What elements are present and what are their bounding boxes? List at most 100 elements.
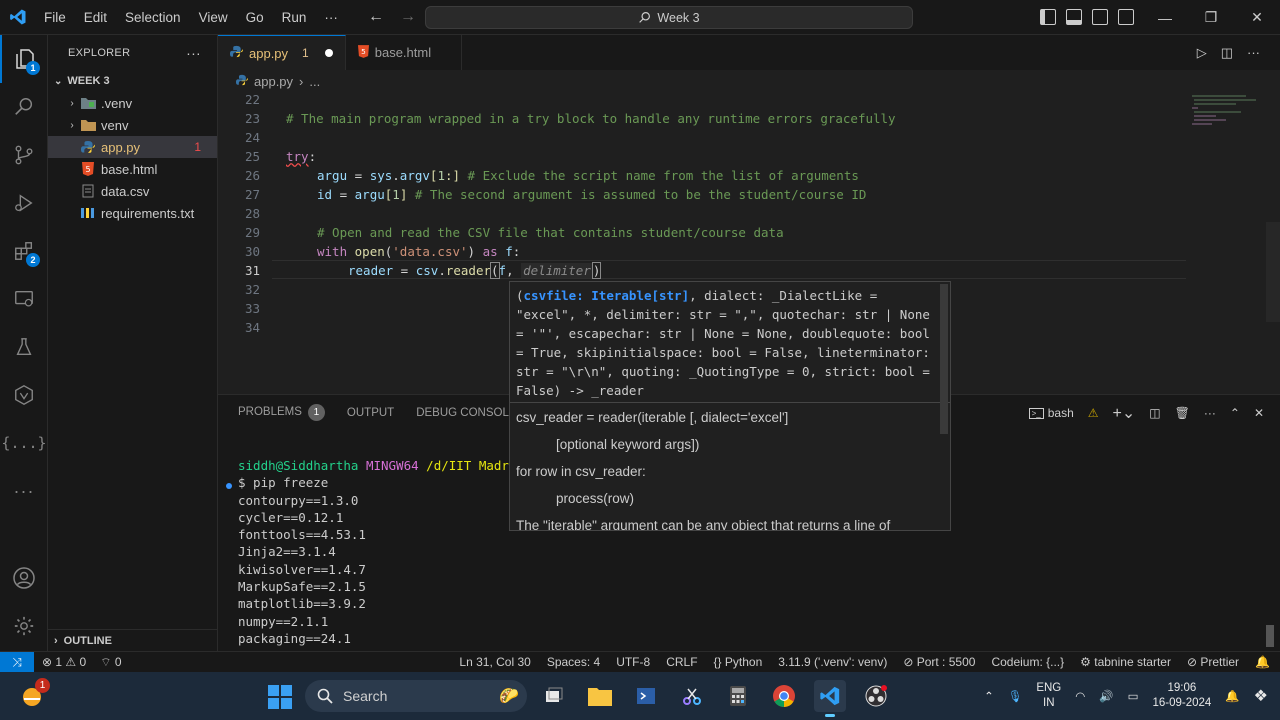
tab-app-py[interactable]: app.py 1: [218, 35, 346, 70]
powershell-app[interactable]: [630, 680, 662, 712]
toggle-secondary-sidebar-icon[interactable]: [1092, 9, 1108, 25]
toggle-primary-sidebar-icon[interactable]: [1040, 9, 1056, 25]
prettier-status[interactable]: ⊘ Prettier: [1187, 655, 1239, 669]
forward-arrow-icon[interactable]: →: [400, 8, 416, 26]
tab-base-html[interactable]: 5 base.html: [346, 35, 463, 70]
remote-indicator-icon[interactable]: ⤨: [0, 651, 34, 673]
popup-scrollbar[interactable]: [940, 284, 948, 434]
editor-scrollbar[interactable]: [1266, 222, 1280, 322]
source-control-activity[interactable]: [0, 131, 48, 179]
extensions-activity[interactable]: 2: [0, 227, 48, 275]
ellipsis-icon: ···: [13, 480, 35, 501]
calculator-app[interactable]: [722, 680, 754, 712]
encoding[interactable]: UTF-8: [616, 655, 650, 669]
tabnine-status[interactable]: ⚙ tabnine starter: [1080, 655, 1171, 669]
unsaved-dot-icon[interactable]: [324, 49, 333, 57]
clock[interactable]: 19:06 16-09-2024: [1153, 681, 1212, 711]
more-actions-icon[interactable]: ···: [1247, 45, 1260, 61]
close-window-icon[interactable]: ✕: [1234, 0, 1280, 35]
tree-item-venv[interactable]: › venv: [48, 114, 217, 136]
command-center-search[interactable]: Week 3: [425, 6, 913, 29]
accounts-activity[interactable]: [0, 554, 48, 602]
signature-help-popup[interactable]: (csvfile: Iterable[str], dialect: _Diale…: [509, 281, 951, 531]
notifications-icon[interactable]: 🔔: [1255, 655, 1270, 669]
outline-section[interactable]: › OUTLINE: [48, 629, 217, 651]
problems-status[interactable]: ⊗ 1 ⚠ 0: [42, 655, 86, 670]
breadcrumb-file[interactable]: app.py: [254, 74, 293, 89]
testing-activity[interactable]: [0, 323, 48, 371]
customize-layout-icon[interactable]: [1118, 9, 1134, 25]
terminal-shell[interactable]: >_ bash: [1028, 406, 1074, 420]
menu-run[interactable]: Run: [273, 0, 316, 35]
explorer-activity[interactable]: 1: [0, 35, 48, 83]
tree-item-app-py[interactable]: app.py 1: [48, 136, 217, 158]
minimap[interactable]: [1186, 92, 1266, 152]
volume-icon[interactable]: 🔊: [1099, 689, 1113, 703]
more-actions-icon[interactable]: ···: [1204, 406, 1216, 420]
workspace-folder[interactable]: ⌄ WEEK 3: [48, 70, 217, 92]
file-explorer-app[interactable]: [584, 680, 616, 712]
ports-status[interactable]: ⌔ 0: [100, 655, 121, 670]
battery-icon[interactable]: ▭: [1128, 689, 1139, 703]
tab-label: base.html: [374, 45, 432, 60]
back-arrow-icon[interactable]: ←: [368, 8, 384, 26]
tree-item-data-csv[interactable]: data.csv: [48, 180, 217, 202]
line-ending[interactable]: CRLF: [666, 655, 697, 669]
weather-widget[interactable]: 1: [18, 678, 50, 710]
obs-app[interactable]: [860, 680, 892, 712]
restore-icon[interactable]: ❐: [1188, 0, 1234, 35]
language-mode[interactable]: {} Python: [714, 655, 763, 669]
task-view-app[interactable]: [538, 680, 570, 712]
tab-problems[interactable]: PROBLEMS 1: [238, 404, 325, 421]
maximize-panel-icon[interactable]: ⌃: [1230, 406, 1240, 420]
microphone-icon[interactable]: 🎙: [1008, 689, 1023, 703]
python-interpreter[interactable]: 3.11.9 ('.venv': venv): [778, 655, 887, 669]
input-language[interactable]: ENG IN: [1036, 681, 1061, 711]
indentation[interactable]: Spaces: 4: [547, 655, 600, 669]
menu-edit[interactable]: Edit: [75, 0, 116, 35]
tree-item-dotvenv[interactable]: › .venv: [48, 92, 217, 114]
manage-activity[interactable]: [0, 602, 48, 650]
tab-output[interactable]: OUTPUT: [347, 407, 394, 419]
cursor-position[interactable]: Ln 31, Col 30: [459, 655, 530, 669]
toggle-panel-icon[interactable]: [1066, 9, 1082, 25]
codeium-activity[interactable]: [0, 371, 48, 419]
run-debug-activity[interactable]: [0, 179, 48, 227]
run-python-file-icon[interactable]: ▷: [1197, 45, 1207, 61]
chrome-app[interactable]: [768, 680, 800, 712]
split-terminal-icon[interactable]: ◫: [1149, 406, 1160, 420]
menu-go[interactable]: Go: [237, 0, 273, 35]
search-activity[interactable]: [0, 83, 48, 131]
terminal-scrollbar[interactable]: [1266, 625, 1274, 647]
show-hidden-icons-icon[interactable]: ⌃: [984, 689, 994, 703]
more-actions-icon[interactable]: ···: [186, 45, 201, 61]
menu-view[interactable]: View: [190, 0, 237, 35]
menu-selection[interactable]: Selection: [116, 0, 190, 35]
remote-explorer-activity[interactable]: [0, 275, 48, 323]
menu-more[interactable]: ···: [315, 0, 347, 35]
start-button[interactable]: [268, 685, 292, 709]
close-panel-icon[interactable]: ✕: [1254, 406, 1264, 420]
copilot-icon[interactable]: ❖: [1254, 686, 1268, 706]
menu-file[interactable]: File: [35, 0, 75, 35]
svg-text:5: 5: [361, 47, 366, 56]
codeium-status[interactable]: Codeium: {...}: [991, 655, 1064, 669]
notification-bell-icon[interactable]: 🔔: [1225, 689, 1239, 703]
tab-debug-console[interactable]: DEBUG CONSOLE: [416, 407, 516, 419]
vscode-app[interactable]: [814, 680, 846, 717]
wifi-icon[interactable]: ◠: [1075, 689, 1085, 703]
breadcrumb-symbols[interactable]: ...: [309, 74, 320, 89]
tree-item-base-html[interactable]: 5 base.html: [48, 158, 217, 180]
taskbar-search[interactable]: Search 🌮: [305, 680, 527, 712]
chevron-right-icon: ›: [54, 634, 58, 647]
terminal-output[interactable]: siddh@Siddhartha MINGW64 /d/IIT Madras $…: [238, 457, 524, 647]
tree-item-requirements-txt[interactable]: requirements.txt: [48, 202, 217, 224]
split-editor-icon[interactable]: ◫: [1221, 45, 1233, 61]
new-terminal-icon[interactable]: +⌄: [1113, 403, 1136, 423]
more-activity[interactable]: ···: [0, 467, 48, 515]
json-activity[interactable]: {...}: [0, 419, 48, 467]
live-server-port[interactable]: ⊘ Port : 5500: [903, 655, 975, 669]
snipping-tool-app[interactable]: [676, 680, 708, 712]
trash-icon[interactable]: 🗑: [1175, 406, 1190, 420]
minimize-icon[interactable]: —: [1142, 0, 1188, 35]
